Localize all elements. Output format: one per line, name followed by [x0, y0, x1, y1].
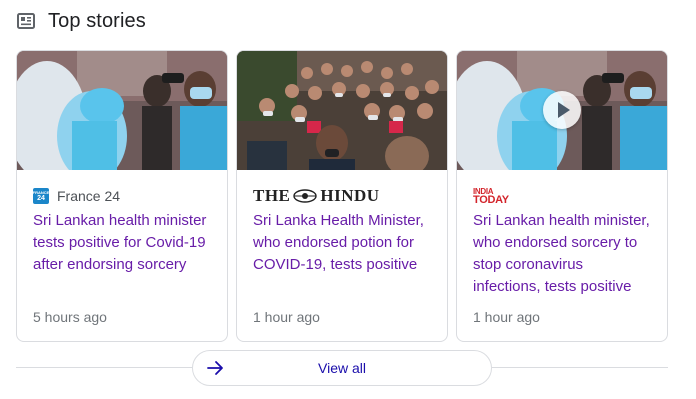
- story-headline[interactable]: Sri Lankan health minister, who endorsed…: [473, 210, 653, 298]
- source-name: France 24: [57, 188, 121, 204]
- view-all-row: View all: [16, 350, 668, 386]
- divider: [16, 367, 192, 368]
- story-card[interactable]: INDIA TODAY Sri Lankan health minister, …: [456, 50, 668, 342]
- story-timestamp: 5 hours ago: [33, 309, 107, 325]
- story-timestamp: 1 hour ago: [473, 309, 540, 325]
- arrow-right-icon: [207, 361, 223, 375]
- view-all-label: View all: [318, 360, 366, 376]
- newspaper-icon: [16, 11, 36, 31]
- source-row: THE HINDU: [253, 186, 380, 206]
- story-timestamp: 1 hour ago: [253, 309, 320, 325]
- divider: [492, 367, 668, 368]
- view-all-button[interactable]: View all: [192, 350, 492, 386]
- story-thumbnail: [457, 51, 667, 170]
- source-row: INDIA TODAY: [473, 187, 509, 206]
- play-video-button[interactable]: [543, 91, 581, 129]
- story-headline[interactable]: Sri Lanka Health Minister, who endorsed …: [253, 210, 433, 276]
- top-stories-header: Top stories: [16, 6, 146, 36]
- section-title: Top stories: [48, 9, 146, 32]
- hindu-crest-icon: [293, 189, 318, 203]
- story-thumbnail: [237, 51, 447, 170]
- story-card[interactable]: FRANCE 24 France 24 Sri Lankan health min…: [16, 50, 228, 342]
- play-icon: [558, 102, 570, 118]
- india-today-logo: INDIA TODAY: [473, 187, 509, 206]
- the-hindu-logo: THE HINDU: [253, 186, 380, 206]
- france24-logo-icon: FRANCE 24: [32, 188, 50, 204]
- masthead-right: HINDU: [320, 186, 380, 205]
- story-card[interactable]: THE HINDU Sri Lanka Health Minister, who…: [236, 50, 448, 342]
- masthead-left: THE: [253, 186, 291, 205]
- story-thumbnail: [17, 51, 227, 170]
- story-carousel: FRANCE 24 France 24 Sri Lankan health min…: [16, 50, 668, 342]
- story-headline[interactable]: Sri Lankan health minister tests positiv…: [33, 210, 213, 276]
- source-row: FRANCE 24 France 24: [33, 187, 120, 205]
